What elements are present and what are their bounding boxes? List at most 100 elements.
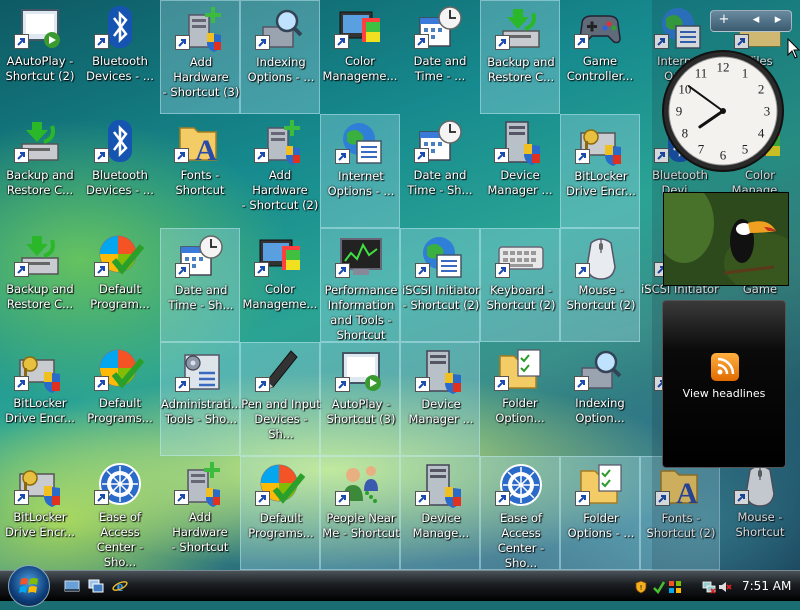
shortcut-arrow-icon <box>335 491 350 506</box>
shortcut-arrow-icon <box>415 263 430 278</box>
shortcut-arrow-icon <box>175 263 190 278</box>
icon-bitlocker-2[interactable]: BitLocker Drive Encr... <box>0 342 80 456</box>
shortcut-arrow-icon <box>255 35 270 50</box>
icon-label: Date and Time - Sh... <box>407 168 473 197</box>
switch-windows-icon[interactable] <box>88 578 104 594</box>
icon-date-and-time-3[interactable]: Date and Time - Sh... <box>160 228 240 342</box>
icon-autoplay-shortcut-2[interactable]: AAutoPlay - Shortcut (2) <box>0 0 80 114</box>
add-gadget-button[interactable]: + <box>715 12 733 28</box>
shortcut-arrow-icon <box>575 263 590 278</box>
desktop[interactable]: AAutoPlay - Shortcut (2) Bluetooth Device… <box>0 0 800 570</box>
show-desktop-icon[interactable] <box>64 578 80 594</box>
icon-label: Performance Information and Tools - Shor… <box>324 283 398 342</box>
icon-bitlocker[interactable]: BitLocker Drive Encr... <box>560 114 640 228</box>
icon-backup-and-restore[interactable]: Backup and Restore C... <box>480 0 560 114</box>
clock-numeral: 8 <box>682 126 689 141</box>
internet-explorer-icon[interactable]: e <box>112 578 128 595</box>
shortcut-arrow-icon <box>495 491 510 506</box>
icon-performance-information[interactable]: Performance Information and Tools - Shor… <box>320 228 400 342</box>
network-icon[interactable] <box>702 579 716 594</box>
shortcut-arrow-icon <box>14 34 29 49</box>
clock-numeral: 10 <box>678 82 691 97</box>
shortcut-arrow-icon <box>174 148 189 163</box>
shortcut-arrow-icon <box>415 377 430 392</box>
icon-label: Administrati... Tools - Sho... <box>161 397 242 426</box>
shortcut-arrow-icon <box>255 377 270 392</box>
icon-mouse[interactable]: Mouse - Shortcut (2) <box>560 228 640 342</box>
icon-iscsi-initiator[interactable]: iSCSI Initiator - Shortcut (2) <box>400 228 480 342</box>
icon-add-hardware-shortcut-2[interactable]: Add Hardware - Shortcut (2) <box>240 114 320 228</box>
icon-backup-and-restore-3[interactable]: Backup and Restore C... <box>0 228 80 342</box>
shortcut-arrow-icon <box>14 376 29 391</box>
icon-ease-of-access[interactable]: Ease of Access Center - Sho... <box>80 456 160 570</box>
icon-label: BitLocker Drive Encr... <box>5 396 75 425</box>
volume-muted-icon[interactable] <box>718 579 732 593</box>
icon-label: Date and Time - ... <box>413 54 467 83</box>
svg-text:e: e <box>117 579 124 594</box>
system-clock[interactable]: 7:51 AM <box>742 579 791 593</box>
icon-label: Device Manager ... <box>487 168 553 197</box>
security-shield-icon[interactable]: ! <box>634 579 648 594</box>
icon-bluetooth-devices-2[interactable]: Bluetooth Devices - ... <box>80 114 160 228</box>
icon-folder-options[interactable]: Folder Option... <box>480 342 560 456</box>
clock-numeral: 3 <box>764 104 771 119</box>
icon-backup-and-restore-2[interactable]: Backup and Restore C... <box>0 114 80 228</box>
clock-numeral: 2 <box>758 82 765 97</box>
icon-keyboard[interactable]: Keyboard - Shortcut (2) <box>480 228 560 342</box>
taskbar: e ! 7:51 AM <box>0 565 800 607</box>
windows-flag-icon[interactable] <box>668 579 682 593</box>
icon-label: People Near Me - Shortcut <box>322 511 400 540</box>
rss-icon <box>711 353 739 381</box>
shortcut-arrow-icon <box>14 490 29 505</box>
shortcut-arrow-icon <box>575 491 590 506</box>
shortcut-arrow-icon <box>574 376 589 391</box>
previous-page-button[interactable]: ◂ <box>747 12 765 28</box>
icon-game-controller[interactable]: Game Controller... <box>560 0 640 114</box>
icon-ease-of-access-2[interactable]: Ease of Access Center - Sho... <box>480 456 560 570</box>
icon-pen-and-input[interactable]: Pen and Input Devices - Sh... <box>240 342 321 456</box>
icon-label: Device Manager ... <box>408 397 474 426</box>
clock-gadget[interactable]: 1 2 3 4 5 6 7 8 9 10 11 12 <box>660 48 786 174</box>
icon-administrative-tools[interactable]: Administrati... Tools - Sho... <box>160 342 242 456</box>
icon-device-manager-2[interactable]: Device Manager ... <box>400 342 480 456</box>
icon-bitlocker-3[interactable]: BitLocker Drive Encr... <box>0 456 80 570</box>
slideshow-gadget[interactable] <box>663 192 789 286</box>
icon-default-programs[interactable]: Default Program... <box>80 228 160 342</box>
icon-indexing-options-2[interactable]: Indexing Option... <box>560 342 640 456</box>
icon-indexing-options[interactable]: Indexing Options - ... <box>240 0 320 114</box>
icon-label: Device Manage... <box>412 511 470 540</box>
icon-add-hardware-shortcut-3[interactable]: Add Hardware - Shortcut (3) <box>160 0 240 114</box>
start-button[interactable] <box>8 565 50 607</box>
icon-color-management[interactable]: Color Manageme... <box>320 0 400 114</box>
icon-date-and-time[interactable]: Date and Time - ... <box>400 0 480 114</box>
icon-color-management-3[interactable]: Color Manageme... <box>240 228 320 342</box>
view-headlines-link[interactable]: View headlines <box>663 387 785 400</box>
shortcut-arrow-icon <box>575 149 590 164</box>
icon-add-hardware-shortcut[interactable]: Add Hardware - Shortcut <box>160 456 240 570</box>
icon-label: Add Hardware - Shortcut (2) <box>241 168 319 212</box>
icon-autoplay-shortcut-3[interactable]: AutoPlay - Shortcut (3) <box>320 342 400 456</box>
icon-bluetooth-devices[interactable]: Bluetooth Devices - ... <box>80 0 160 114</box>
shortcut-arrow-icon <box>494 376 509 391</box>
icon-label: iSCSI Initiator - Shortcut (2) <box>402 283 480 312</box>
windows-defender-icon[interactable] <box>652 579 666 595</box>
icon-date-and-time-2[interactable]: Date and Time - Sh... <box>400 114 480 228</box>
icon-label: Indexing Options - ... <box>247 55 315 84</box>
icon-people-near-me[interactable]: People Near Me - Shortcut <box>320 456 400 570</box>
shortcut-arrow-icon <box>94 262 109 277</box>
icon-fonts-shortcut[interactable]: A Fonts - Shortcut <box>160 114 240 228</box>
icon-device-manager-3[interactable]: Device Manage... <box>400 456 480 570</box>
icon-default-programs-2[interactable]: Default Programs... <box>80 342 160 456</box>
icon-label: Bluetooth Devices - ... <box>86 168 154 197</box>
icon-label: Indexing Option... <box>575 396 625 425</box>
icon-default-programs-3[interactable]: Default Programs... <box>240 456 320 570</box>
next-page-button[interactable]: ▸ <box>769 12 787 28</box>
svg-text:!: ! <box>640 584 643 592</box>
icon-label: AutoPlay - Shortcut (3) <box>326 397 396 426</box>
icon-folder-options-2[interactable]: Folder Options - ... <box>560 456 640 570</box>
feed-headlines-gadget[interactable]: View headlines <box>662 300 786 468</box>
notification-area: ! 7:51 AM <box>624 572 800 600</box>
icon-label: Folder Options - ... <box>567 511 635 540</box>
icon-device-manager[interactable]: Device Manager ... <box>480 114 560 228</box>
icon-internet-options[interactable]: Internet Options - ... <box>320 114 400 228</box>
